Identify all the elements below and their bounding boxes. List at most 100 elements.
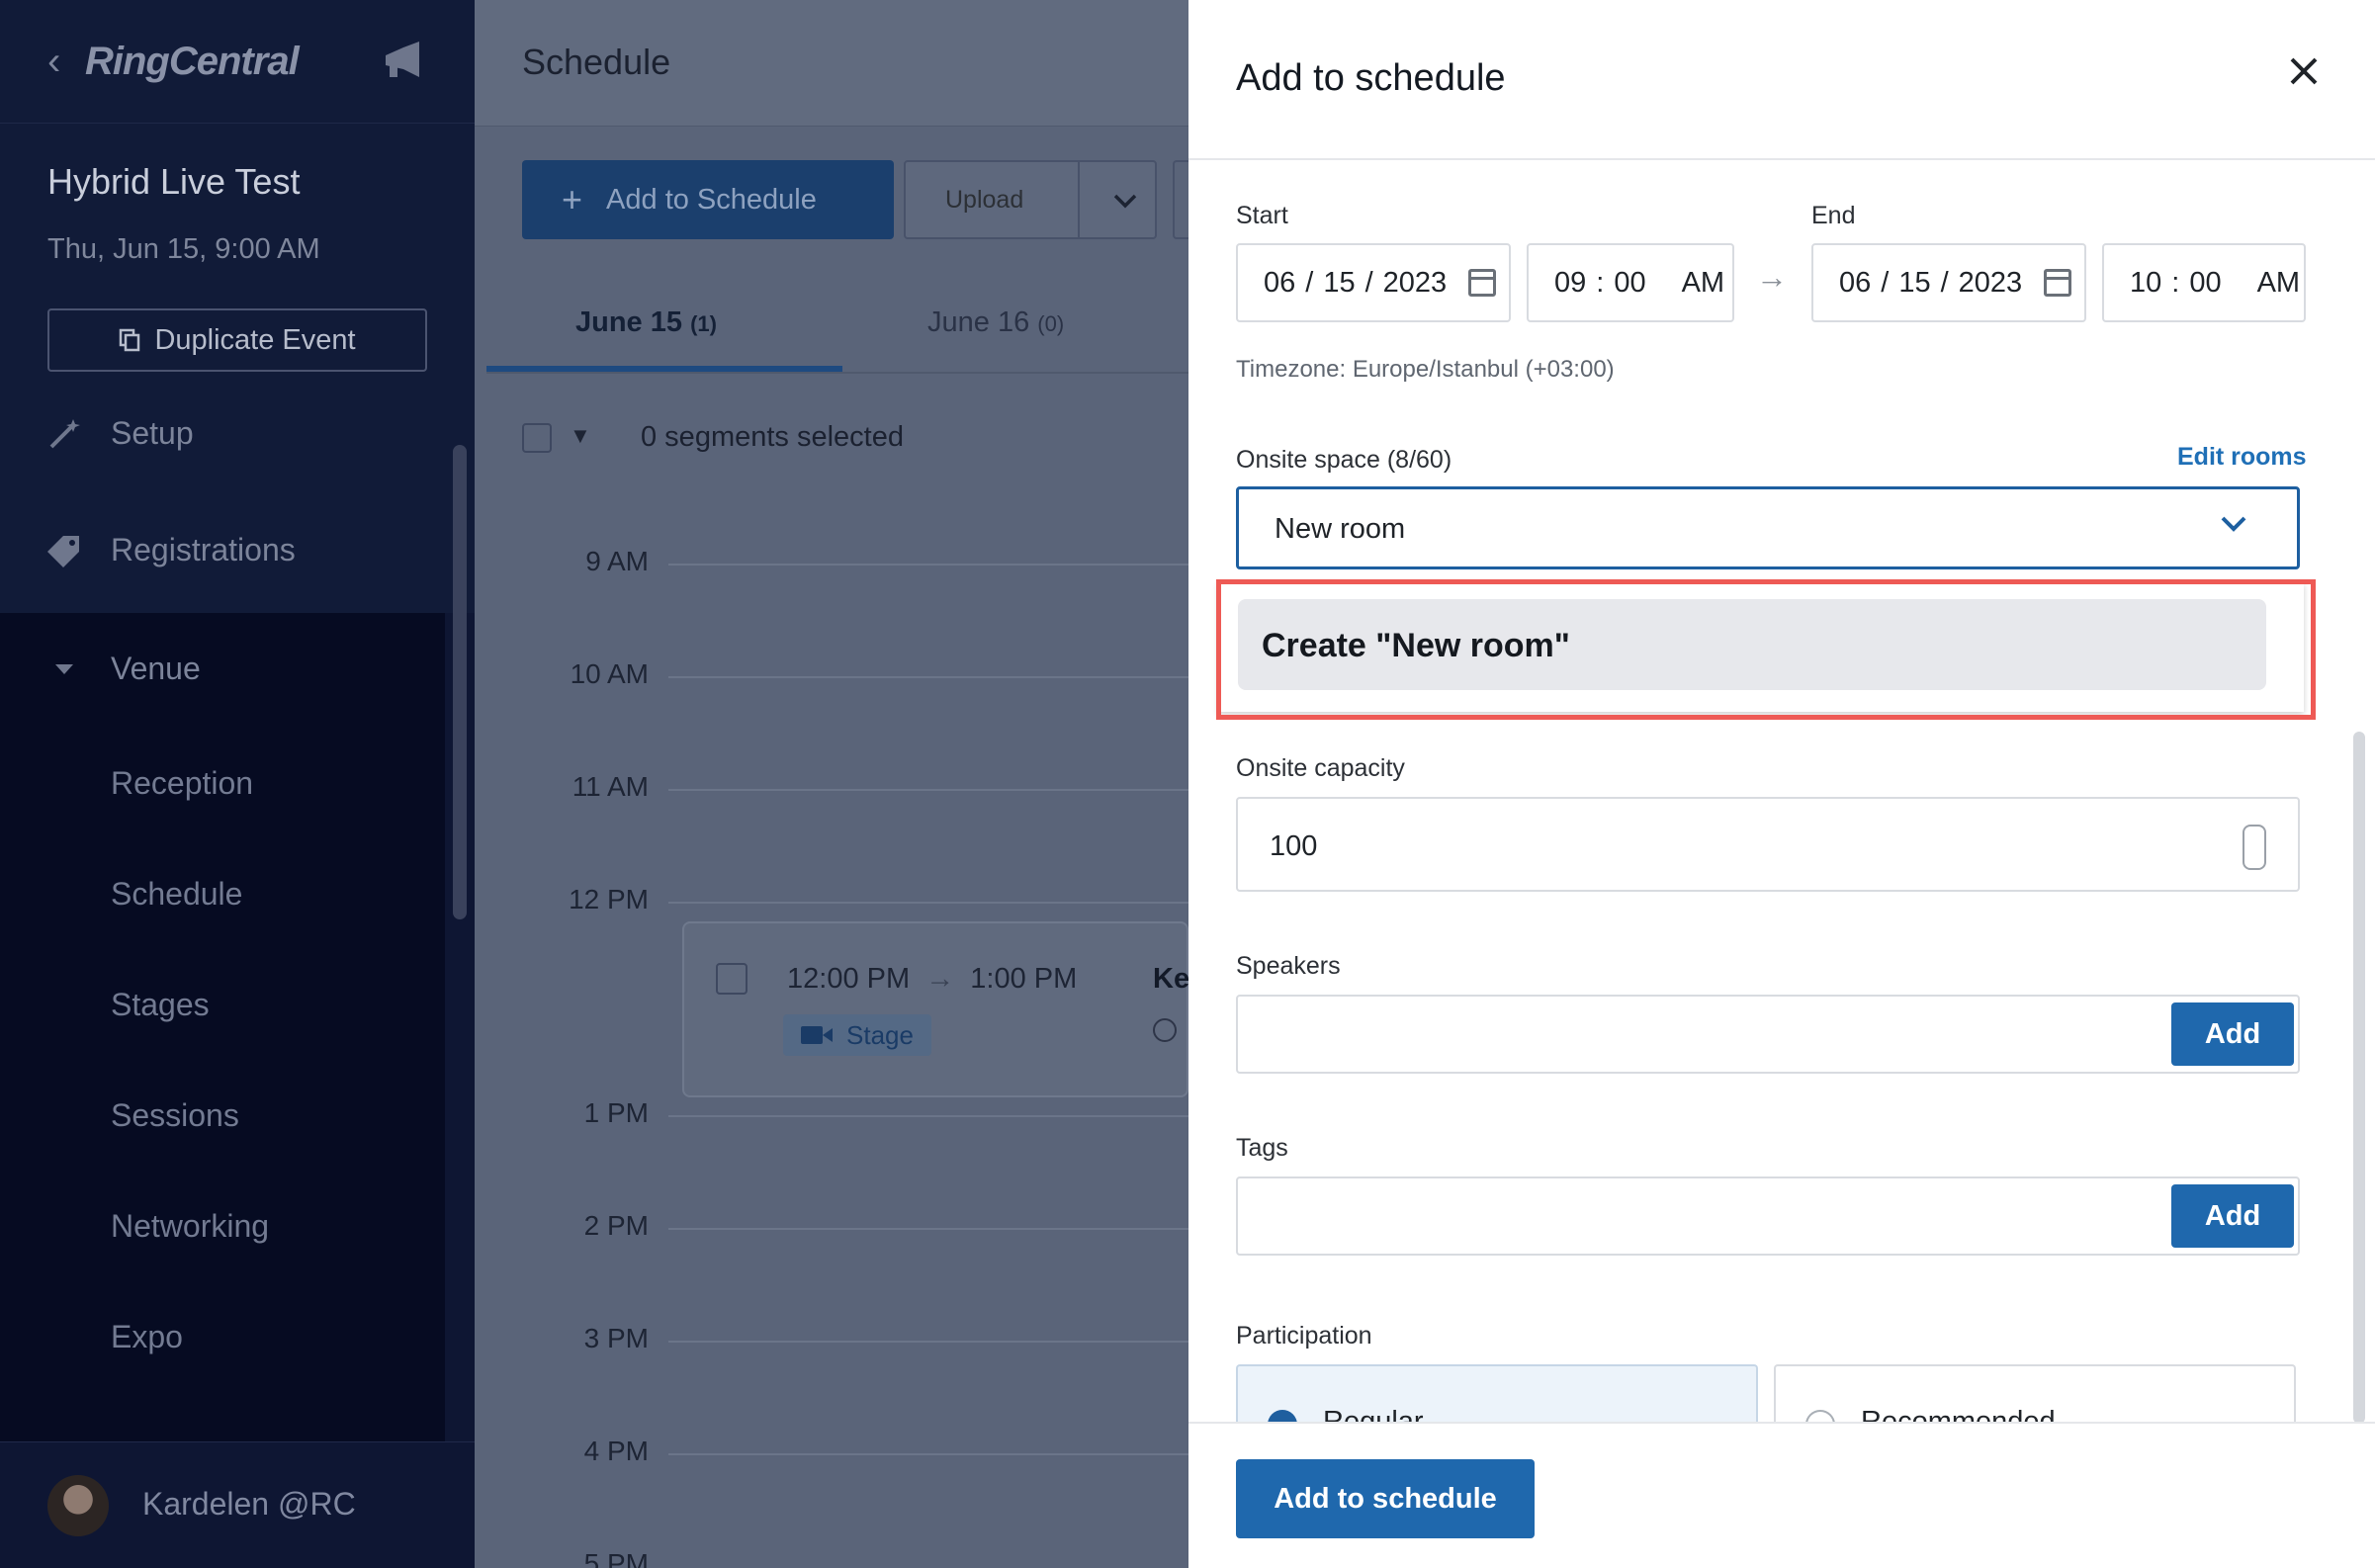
sidebar-item-label: Venue <box>111 651 201 686</box>
time-gridline <box>668 902 1188 904</box>
time-gridline <box>668 789 1188 791</box>
add-speaker-button[interactable]: Add <box>2171 1002 2294 1066</box>
date-slash: / <box>1305 266 1314 299</box>
sidebar-item-networking[interactable]: Networking <box>111 1208 269 1245</box>
drawer-scrollbar[interactable] <box>2353 732 2365 1424</box>
schedule-main: Schedule + Add to Schedule Upload June 1… <box>475 0 1205 1568</box>
drawer-header: Add to schedule <box>1188 0 2375 160</box>
sidebar: ‹ RingCentral Hybrid Live Test Thu, Jun … <box>0 0 475 1568</box>
start-date-input[interactable]: 06/ 15/ 2023 <box>1236 243 1511 322</box>
onsite-space-value: New room <box>1275 513 1406 545</box>
segment-time: 12:00 PM → 1:00 PM <box>787 963 1077 996</box>
add-to-schedule-button[interactable]: + Add to Schedule <box>522 160 894 239</box>
time-hour: 10 <box>2130 266 2162 299</box>
time-label: 5 PM <box>583 1548 649 1568</box>
time-minute: 00 <box>2189 266 2222 299</box>
segment-type-badge: Stage <box>783 1014 931 1056</box>
select-all-checkbox[interactable] <box>522 423 552 453</box>
add-to-schedule-label: Add to Schedule <box>606 183 817 216</box>
calendar-icon[interactable] <box>2044 269 2072 297</box>
duplicate-event-label: Duplicate Event <box>154 323 356 356</box>
avatar[interactable] <box>47 1475 109 1536</box>
video-camera-icon <box>801 1026 833 1044</box>
number-stepper[interactable] <box>2243 825 2266 870</box>
upload-button[interactable]: Upload <box>904 160 1157 239</box>
sidebar-item-setup[interactable]: Setup <box>47 415 194 452</box>
tab-count: (0) <box>1037 311 1065 336</box>
onsite-capacity-input[interactable]: 100 <box>1236 797 2300 892</box>
time-colon: : <box>2171 266 2180 299</box>
sidebar-header: ‹ RingCentral <box>0 0 475 124</box>
drawer-title: Add to schedule <box>1236 57 1506 99</box>
tab-count: (1) <box>690 311 717 336</box>
segment-end: 1:00 PM <box>970 963 1078 995</box>
time-gridline <box>668 1115 1188 1117</box>
time-ampm: AM <box>1681 266 1725 299</box>
segment-card[interactable]: 12:00 PM → 1:00 PM Stage Key <box>682 921 1205 1097</box>
copy-icon <box>120 328 140 352</box>
tab-june-15[interactable]: June 15 (1) <box>575 306 717 339</box>
date-tabs: June 15 (1) June 16 (0) <box>486 267 1188 374</box>
time-label: 9 AM <box>585 546 649 576</box>
time-gridline <box>668 1341 1188 1343</box>
close-icon[interactable] <box>2280 47 2328 95</box>
chevron-down-icon[interactable] <box>2220 515 2247 533</box>
time-label: 4 PM <box>583 1436 649 1466</box>
time-gridline <box>668 1453 1188 1455</box>
time-gridline <box>668 1228 1188 1230</box>
sidebar-item-stages[interactable]: Stages <box>111 987 210 1023</box>
end-label: End <box>1811 202 1856 229</box>
sidebar-item-registrations[interactable]: Registrations <box>47 532 296 568</box>
arrow-right-icon: → <box>1756 259 1788 295</box>
add-tag-button[interactable]: Add <box>2171 1184 2294 1248</box>
date-year: 2023 <box>1382 266 1448 299</box>
ticket-icon <box>47 535 79 567</box>
sidebar-item-schedule[interactable]: Schedule <box>111 876 242 913</box>
onsite-capacity-label: Onsite capacity <box>1236 754 1405 782</box>
date-slash: / <box>1940 266 1949 299</box>
date-slash: / <box>1881 266 1890 299</box>
sidebar-item-reception[interactable]: Reception <box>111 765 253 802</box>
sidebar-scrollbar[interactable] <box>453 445 467 919</box>
calendar-icon[interactable] <box>1468 269 1497 297</box>
drawer-footer: Add to schedule <box>1188 1422 2375 1568</box>
segment-start: 12:00 PM <box>787 963 911 995</box>
divider <box>1078 162 1080 237</box>
select-caret-down-icon[interactable]: ▼ <box>570 423 591 449</box>
time-ampm: AM <box>2256 266 2301 299</box>
sidebar-item-expo[interactable]: Expo <box>111 1319 183 1355</box>
onsite-space-select[interactable]: New room <box>1236 486 2300 569</box>
event-date: Thu, Jun 15, 9:00 AM <box>47 233 320 265</box>
tags-label: Tags <box>1236 1134 1288 1162</box>
tags-field[interactable]: Add <box>1236 1176 2300 1256</box>
megaphone-icon[interactable] <box>380 40 427 83</box>
start-time-input[interactable]: 09: 00 AM <box>1527 243 1734 322</box>
participation-recommended-option[interactable]: Recommended <box>1774 1364 2296 1424</box>
participation-label: Participation <box>1236 1322 1372 1350</box>
create-room-option[interactable]: Create "New room" <box>1238 599 2266 690</box>
date-month: 06 <box>1839 266 1872 299</box>
sidebar-item-venue[interactable]: Venue <box>47 651 201 687</box>
add-to-schedule-submit-button[interactable]: Add to schedule <box>1236 1459 1535 1538</box>
segment-checkbox[interactable] <box>716 963 748 995</box>
chevron-down-icon[interactable] <box>1111 186 1139 216</box>
user-name[interactable]: Kardelen @RC <box>142 1486 356 1523</box>
speakers-field[interactable]: Add <box>1236 995 2300 1074</box>
duplicate-event-button[interactable]: Duplicate Event <box>47 308 427 372</box>
arrow-right-icon: → <box>925 963 955 995</box>
add-to-schedule-drawer: Add to schedule Start End 06/ 15/ 2023 0… <box>1188 0 2375 1568</box>
time-colon: : <box>1596 266 1605 299</box>
participation-regular-option[interactable]: Regular <box>1236 1364 1758 1424</box>
ringcentral-logo: RingCentral <box>85 40 300 83</box>
sidebar-item-sessions[interactable]: Sessions <box>111 1097 239 1134</box>
end-date-input[interactable]: 06/ 15/ 2023 <box>1811 243 2086 322</box>
date-year: 2023 <box>1958 266 2023 299</box>
back-chevron-icon[interactable]: ‹ <box>47 40 60 84</box>
edit-rooms-link[interactable]: Edit rooms <box>2177 443 2307 472</box>
page-title: Schedule <box>522 42 671 82</box>
sidebar-venue-section <box>0 613 445 1443</box>
timezone-text: Timezone: Europe/Istanbul (+03:00) <box>1236 356 1615 383</box>
onsite-space-dropdown: Create "New room" <box>1218 583 2304 712</box>
tab-june-16[interactable]: June 16 (0) <box>927 306 1064 339</box>
end-time-input[interactable]: 10: 00 AM <box>2102 243 2306 322</box>
